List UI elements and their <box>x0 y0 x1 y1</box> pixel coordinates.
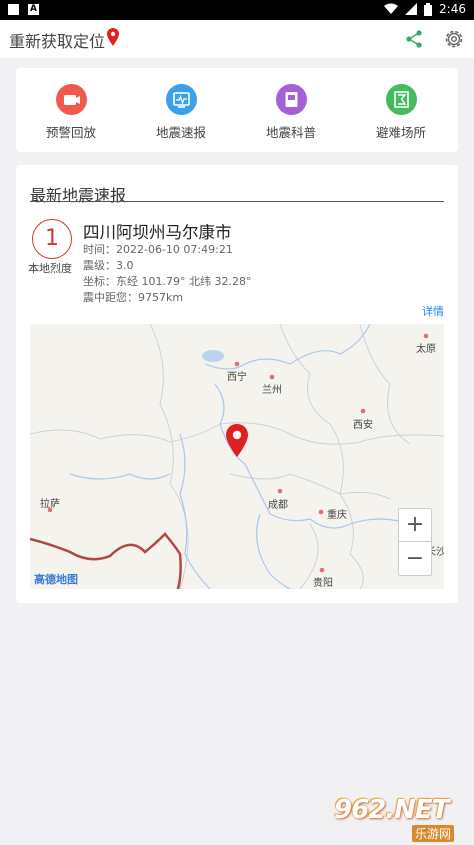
map-zoom-control: + − <box>398 508 432 576</box>
quake-coordinates: 坐标：东经 101.79° 北纬 32.28° <box>83 275 252 288</box>
book-icon <box>276 84 307 115</box>
playback-icon <box>56 84 87 115</box>
quake-magnitude: 震级：3.0 <box>83 259 134 272</box>
city-label-xining: 西宁 <box>227 372 247 383</box>
city-label-chengdu: 成都 <box>268 500 288 511</box>
quake-time: 时间：2022-06-10 07:49:21 <box>83 243 233 256</box>
intensity-badge: 1 <box>32 219 72 259</box>
gear-icon[interactable] <box>443 28 465 50</box>
location-pin-icon[interactable] <box>107 28 119 46</box>
city-label-chongqing: 重庆 <box>327 510 347 521</box>
section-title: 最新地震速报 <box>30 186 127 205</box>
city-label-lanzhou: 兰州 <box>262 385 282 396</box>
latest-quake-card: 最新地震速报 1 本地烈度 四川阿坝州马尔康市 时间：2022-06-10 07… <box>16 165 458 603</box>
zoom-in-button[interactable]: + <box>399 509 431 542</box>
menu-warning-playback[interactable]: 预警回放 <box>16 68 126 152</box>
shelter-icon <box>386 84 417 115</box>
details-link[interactable]: 详情 <box>422 303 444 319</box>
menu-quake-science[interactable]: 地震科普 <box>236 68 346 152</box>
relocate-title[interactable]: 重新获取定位 <box>9 28 105 52</box>
quake-map[interactable]: 太原 西宁 兰州 西安 拉萨 成都 重庆 长沙 贵阳 + − 高德地图 <box>30 324 444 589</box>
menu-shelter[interactable]: 避难场所 <box>346 68 456 152</box>
signal-icon <box>405 3 418 15</box>
city-label-xian: 西安 <box>353 420 373 431</box>
feature-menu: 预警回放 地震速报 地震科普 避难场所 <box>16 68 458 152</box>
watermark-main: 962.NET <box>334 795 449 825</box>
site-watermark: 962.NET 乐游网 <box>334 795 470 842</box>
clock: 2:46 <box>439 2 466 16</box>
share-icon[interactable] <box>404 29 424 49</box>
map-background <box>30 324 444 589</box>
status-bar: A 2:46 <box>0 0 474 20</box>
intensity-label: 本地烈度 <box>28 262 72 275</box>
epicenter-marker <box>226 424 248 457</box>
notification-square-icon <box>8 4 19 15</box>
quake-distance: 震中距您：9757km <box>83 291 184 304</box>
menu-quake-report[interactable]: 地震速报 <box>126 68 236 152</box>
city-label-taiyuan: 太原 <box>416 344 436 355</box>
quake-location: 四川阿坝州马尔康市 <box>83 223 232 242</box>
amap-logo: 高德地图 <box>34 573 78 586</box>
city-label-guiyang: 贵阳 <box>313 578 333 589</box>
city-label-lasa: 拉萨 <box>40 499 60 510</box>
app-bar: 重新获取定位 <box>0 20 474 58</box>
section-divider <box>30 201 444 202</box>
zoom-out-button[interactable]: − <box>399 543 431 576</box>
wifi-icon <box>384 3 399 14</box>
battery-icon <box>424 2 433 16</box>
report-icon <box>166 84 197 115</box>
notification-a-icon: A <box>28 4 39 15</box>
watermark-sub: 乐游网 <box>412 825 455 842</box>
